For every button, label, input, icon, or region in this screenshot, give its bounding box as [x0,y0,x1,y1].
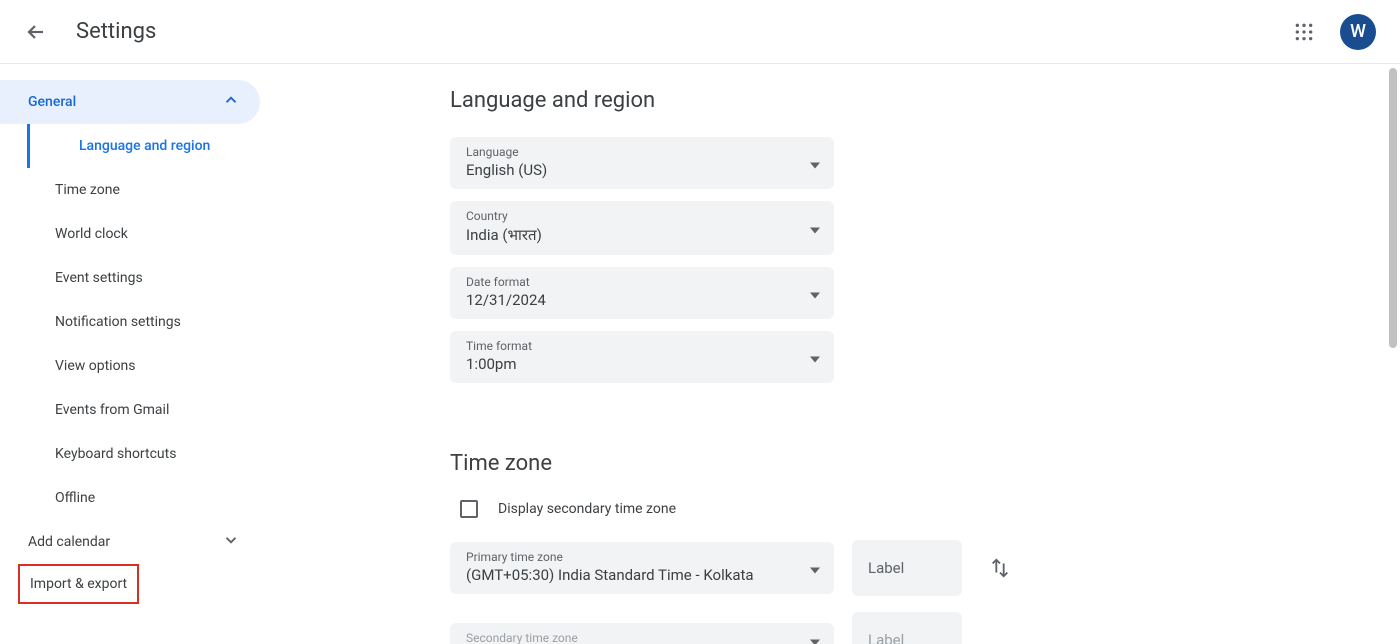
section-title-language-region: Language and region [450,88,1400,113]
chevron-up-icon [222,91,240,113]
sidebar-item-view-options[interactable]: View options [27,344,260,388]
sidebar-item-import-export[interactable]: Import & export [18,564,139,604]
dropdown-icon [810,219,820,238]
app-header: Settings W [0,0,1400,64]
apps-button[interactable] [1284,12,1324,52]
field-value: (GMT+05:30) India Standard Time - Kolkat… [466,566,818,584]
swap-vertical-icon [989,557,1011,579]
field-label: Country [466,209,818,223]
field-label: Primary time zone [466,550,818,564]
back-button[interactable] [16,12,56,52]
sidebar-item-world-clock[interactable]: World clock [27,212,260,256]
country-select[interactable]: Country India (भारत) [450,201,834,255]
dropdown-icon [810,348,820,367]
sidebar-item-events-from-gmail[interactable]: Events from Gmail [27,388,260,432]
sidebar-group-add-calendar[interactable]: Add calendar [0,520,260,564]
apps-grid-icon [1294,22,1314,42]
field-value: 1:00pm [466,355,818,373]
swap-timezones-button[interactable] [980,548,1020,588]
dropdown-icon [810,154,820,173]
primary-timezone-row: Primary time zone (GMT+05:30) India Stan… [450,540,1400,596]
secondary-timezone-row: Secondary time zone Label [450,612,1400,644]
secondary-tz-label-input[interactable]: Label [852,612,962,644]
header-left: Settings [16,12,156,52]
field-label: Secondary time zone [466,631,818,644]
dropdown-icon [810,559,820,578]
time-format-select[interactable]: Time format 1:00pm [450,331,834,383]
secondary-timezone-select[interactable]: Secondary time zone [450,623,834,644]
sidebar-item-keyboard-shortcuts[interactable]: Keyboard shortcuts [27,432,260,476]
scrollbar-thumb[interactable] [1389,68,1397,348]
checkbox-label: Display secondary time zone [498,501,676,517]
chevron-down-icon [222,531,240,553]
dropdown-icon [810,284,820,303]
avatar[interactable]: W [1340,14,1376,50]
primary-timezone-select[interactable]: Primary time zone (GMT+05:30) India Stan… [450,542,834,594]
sidebar: General Language and region Time zone Wo… [0,64,260,644]
sidebar-item-time-zone[interactable]: Time zone [27,168,260,212]
date-format-select[interactable]: Date format 12/31/2024 [450,267,834,319]
arrow-left-icon [24,20,48,44]
page-title: Settings [76,19,156,44]
field-value: English (US) [466,161,818,179]
sidebar-group-label: General [28,94,76,110]
sidebar-item-event-settings[interactable]: Event settings [27,256,260,300]
sidebar-group-label: Add calendar [28,534,110,550]
placeholder: Label [868,559,904,577]
body: General Language and region Time zone Wo… [0,64,1400,644]
section-title-timezone: Time zone [450,451,1400,476]
dropdown-icon [810,631,820,644]
field-value: 12/31/2024 [466,291,818,309]
placeholder: Label [868,631,904,644]
content: Language and region Language English (US… [260,64,1400,644]
field-label: Date format [466,275,818,289]
field-label: Time format [466,339,818,353]
display-secondary-tz-row: Display secondary time zone [460,500,1400,518]
header-right: W [1284,12,1384,52]
language-select[interactable]: Language English (US) [450,137,834,189]
field-label: Language [466,145,818,159]
display-secondary-tz-checkbox[interactable] [460,500,478,518]
sidebar-group-general[interactable]: General [0,80,260,124]
sidebar-item-language-region[interactable]: Language and region [27,124,260,168]
field-value: India (भारत) [466,225,818,245]
sidebar-item-offline[interactable]: Offline [27,476,260,520]
sidebar-item-notification-settings[interactable]: Notification settings [27,300,260,344]
primary-tz-label-input[interactable]: Label [852,540,962,596]
scrollbar[interactable] [1386,68,1400,640]
